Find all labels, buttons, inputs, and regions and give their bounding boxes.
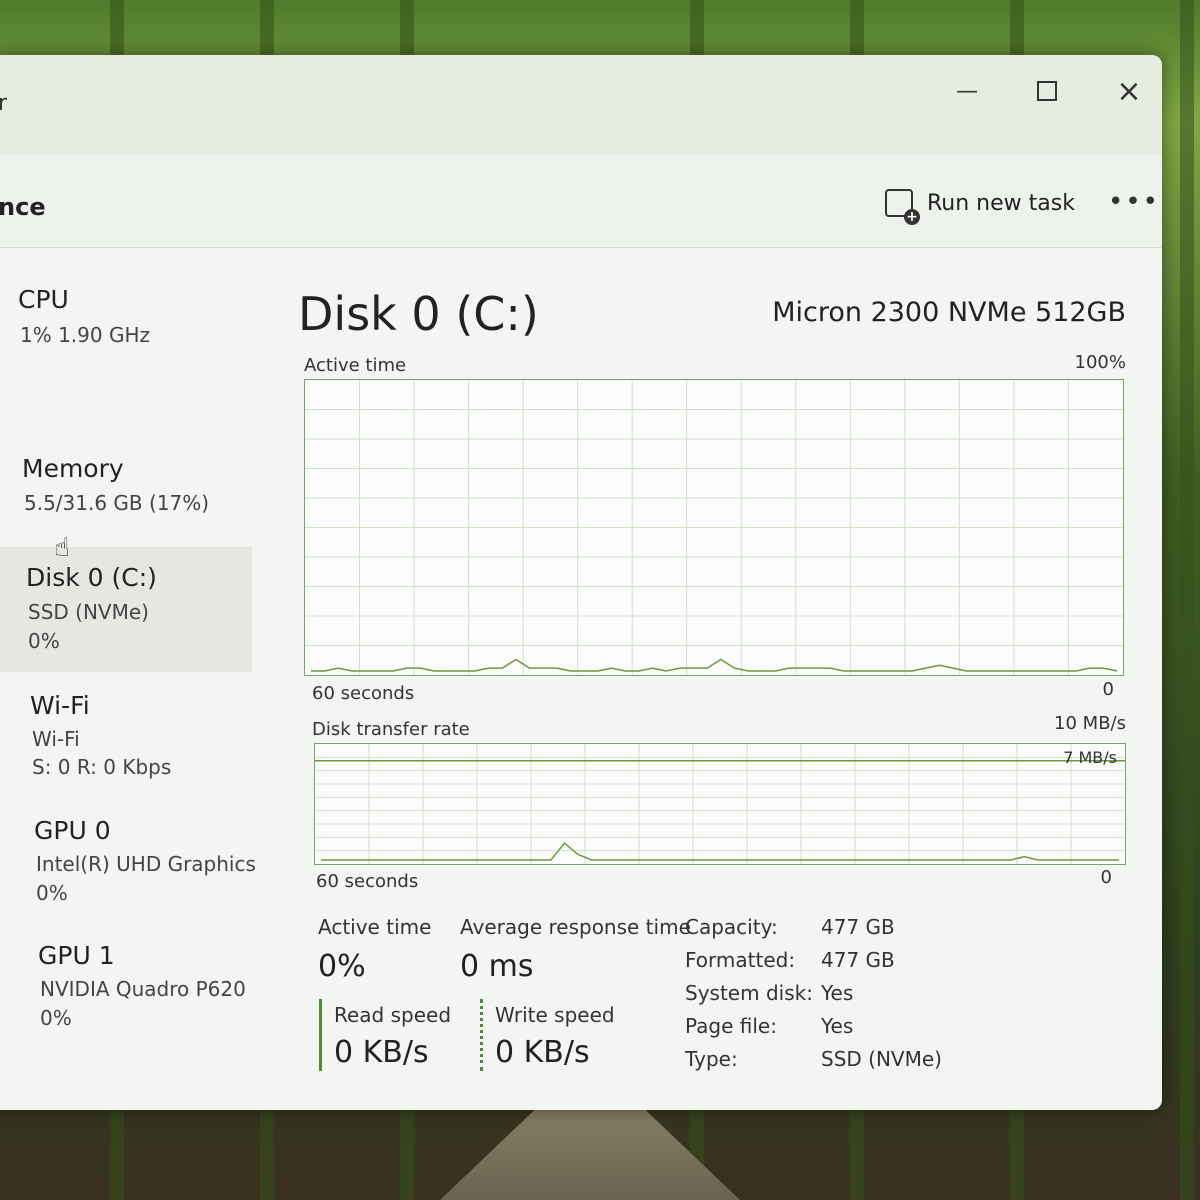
active-time-graph-min: 0 <box>1102 679 1114 700</box>
active-time-stat-value: 0% <box>318 949 366 984</box>
capacity-value: 477 GB <box>821 915 895 939</box>
sidebar-item-usage: 0% <box>40 1006 72 1030</box>
transfer-rate-graph-label: Disk transfer rate <box>312 719 470 740</box>
run-new-task-label: Run new task <box>927 190 1075 216</box>
active-time-graph-max: 100% <box>1074 352 1126 373</box>
sidebar-item-disk-0[interactable]: Disk 0 (C:) SSD (NVMe) 0% <box>0 547 252 672</box>
system-disk-key: System disk: <box>685 981 813 1005</box>
disk-title: Disk 0 (C:) <box>298 287 539 341</box>
system-disk-value: Yes <box>821 981 854 1005</box>
formatted-key: Formatted: <box>685 948 796 972</box>
sidebar-item-wifi[interactable]: Wi-Fi Wi-Fi S: 0 R: 0 Kbps <box>0 687 252 807</box>
close-button[interactable]: × <box>1104 71 1154 111</box>
type-value: SSD (NVMe) <box>821 1047 942 1071</box>
disk-detail-panel: Disk 0 (C:) Micron 2300 NVMe 512GB Activ… <box>290 247 1162 1110</box>
active-time-graph <box>304 379 1124 676</box>
avg-response-label: Average response time <box>460 915 691 939</box>
close-icon: × <box>1116 73 1142 109</box>
transfer-rate-graph-svg <box>315 744 1125 864</box>
sidebar-item-cpu[interactable]: CPU 1% 1.90 GHz <box>0 247 252 367</box>
sidebar-item-usage: 0% <box>28 629 60 653</box>
transfer-rate-graph-min: 0 <box>1100 867 1112 888</box>
disk-model: Micron 2300 NVMe 512GB <box>772 297 1126 328</box>
write-speed-label: Write speed <box>495 1003 615 1027</box>
sidebar-item-usage: 0% <box>36 881 68 905</box>
transfer-rate-graph-duration: 60 seconds <box>316 871 419 892</box>
type-key: Type: <box>685 1047 738 1071</box>
sidebar-item-detail: Intel(R) UHD Graphics <box>36 852 256 876</box>
write-speed-legend-line <box>480 999 483 1071</box>
active-time-graph-duration: 60 seconds <box>312 683 415 704</box>
run-new-task-button[interactable]: Run new task <box>885 183 1075 225</box>
transfer-rate-level: 7 MB/s <box>1063 748 1117 767</box>
performance-sidebar: CPU 1% 1.90 GHz Memory 5.5/31.6 GB (17%)… <box>0 247 260 1110</box>
active-time-graph-label: Active time <box>304 355 407 376</box>
page-title: nce <box>0 193 46 221</box>
sidebar-item-detail: 1% 1.90 GHz <box>20 323 151 347</box>
sidebar-item-gpu-0[interactable]: GPU 0 Intel(R) UHD Graphics 0% <box>0 812 256 932</box>
sidebar-item-label: GPU 0 <box>34 816 111 845</box>
sidebar-item-gpu-1[interactable]: GPU 1 NVIDIA Quadro P620 0% <box>0 937 252 1057</box>
series-line <box>311 658 1118 672</box>
minimize-icon: — <box>956 78 978 104</box>
read-speed-value: 0 KB/s <box>334 1035 429 1070</box>
window-title: r <box>0 91 8 116</box>
transfer-rate-graph-max: 10 MB/s <box>1054 713 1126 734</box>
page-file-value: Yes <box>821 1014 854 1038</box>
capacity-key: Capacity: <box>685 915 778 939</box>
minimize-button[interactable]: — <box>942 71 992 111</box>
sidebar-item-label: Wi-Fi <box>30 691 90 720</box>
run-task-icon <box>885 189 920 225</box>
sidebar-item-detail: SSD (NVMe) <box>28 600 149 624</box>
write-speed-value: 0 KB/s <box>495 1035 590 1070</box>
active-time-stat-label: Active time <box>318 915 432 939</box>
page-file-key: Page file: <box>685 1014 777 1038</box>
read-speed-label: Read speed <box>334 1003 452 1027</box>
sidebar-item-label: CPU <box>18 285 69 314</box>
active-time-graph-svg <box>305 380 1123 675</box>
more-options-icon[interactable]: ••• <box>1108 187 1160 217</box>
sidebar-item-label: Memory <box>22 454 124 483</box>
task-manager-window: r — × nce Run new task ••• CPU 1% 1.90 G… <box>0 55 1162 1110</box>
title-bar: r — × <box>0 55 1162 155</box>
transfer-rate-graph: 7 MB/s <box>314 743 1126 865</box>
sidebar-item-detail: Wi-Fi <box>32 727 80 751</box>
avg-response-value: 0 ms <box>460 949 534 984</box>
sidebar-item-label: Disk 0 (C:) <box>26 563 157 592</box>
sidebar-item-detail: 5.5/31.6 GB (17%) <box>24 491 210 515</box>
formatted-value: 477 GB <box>821 948 895 972</box>
mouse-pointer-icon: ☝ <box>54 533 70 563</box>
sidebar-item-detail: NVIDIA Quadro P620 <box>40 977 246 1001</box>
maximize-button[interactable] <box>1022 71 1072 111</box>
series-line <box>321 842 1119 861</box>
toolbar: nce Run new task ••• <box>0 155 1162 248</box>
read-speed-legend-line <box>319 999 322 1071</box>
sidebar-item-usage: S: 0 R: 0 Kbps <box>32 755 172 779</box>
maximize-icon <box>1037 81 1057 101</box>
sidebar-item-label: GPU 1 <box>38 941 115 970</box>
sidebar-item-memory[interactable]: Memory 5.5/31.6 GB (17%) <box>0 442 252 532</box>
